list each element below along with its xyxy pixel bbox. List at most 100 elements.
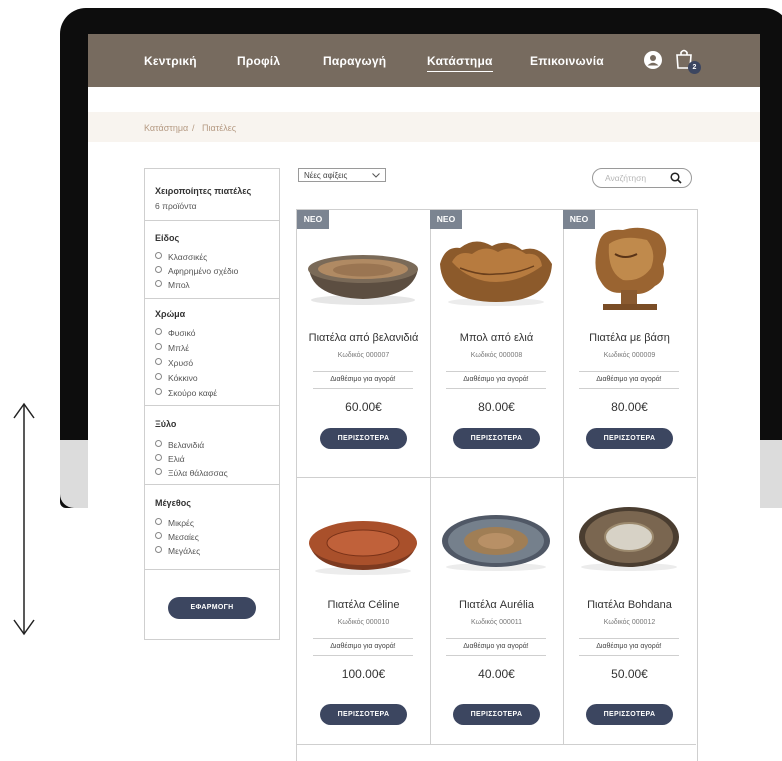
product-name[interactable]: Πιατέλα με βάση xyxy=(563,332,696,344)
sort-dropdown[interactable]: Νέες αφίξεις xyxy=(298,168,386,182)
product-grid: ΝΕΟ Πιατέλα από βελανιδιά Κωδικός 000007… xyxy=(296,209,698,761)
filter-section-title: Χρώμα xyxy=(155,309,186,319)
filter-option[interactable]: Σκούρο καφέ xyxy=(155,388,217,398)
radio-icon[interactable] xyxy=(155,388,162,395)
more-button[interactable]: ΠΕΡΙΣΣΟΤΕΡΑ xyxy=(320,704,407,725)
product-image xyxy=(440,241,552,306)
nav-link-profile[interactable]: Προφίλ xyxy=(237,54,280,68)
product-card[interactable]: ΝΕΟ Πιατέλα από βελανιδιά Κωδικός 000007… xyxy=(297,210,431,478)
radio-icon[interactable] xyxy=(155,358,162,365)
radio-icon[interactable] xyxy=(155,546,162,553)
product-code: Κωδικός 000011 xyxy=(471,619,522,626)
user-account-icon[interactable] xyxy=(644,51,662,69)
browser-screen: Κεντρική Προφίλ Παραγωγή Κατάστημα Επικο… xyxy=(88,34,760,761)
product-price: 80.00€ xyxy=(611,400,648,414)
radio-icon[interactable] xyxy=(155,280,162,287)
search-input[interactable]: Αναζήτηση xyxy=(592,168,692,188)
nav-link-home[interactable]: Κεντρική xyxy=(144,54,197,68)
product-card[interactable]: ΝΕΟ Μπολ από ελιά Κωδικός 000008 Διαθέσι… xyxy=(430,210,564,478)
radio-icon[interactable] xyxy=(155,373,162,380)
product-card[interactable]: ΝΕΟ Πιατέλα με βάση Κωδικός 000009 Διαθέ… xyxy=(563,210,696,478)
filter-option[interactable]: Ελιά xyxy=(155,454,185,464)
product-image xyxy=(309,521,417,575)
filter-option[interactable]: Αφηρημένο σχέδιο xyxy=(155,266,238,276)
availability-label: Διαθέσιμο για αγορά! xyxy=(446,371,546,389)
product-name[interactable]: Πιατέλα Aurélia xyxy=(430,599,563,611)
filter-header: Χειροποίητες πιατέλες 6 προϊόντα xyxy=(145,169,279,221)
more-button[interactable]: ΠΕΡΙΣΣΟΤΕΡΑ xyxy=(586,428,673,449)
radio-icon[interactable] xyxy=(155,532,162,539)
filter-option[interactable]: Κόκκινο xyxy=(155,373,198,383)
product-name[interactable]: Πιατέλα Céline xyxy=(297,599,430,611)
more-button[interactable]: ΠΕΡΙΣΣΟΤΕΡΑ xyxy=(586,704,673,725)
filter-section-color: Χρώμα Φυσικό Μπλέ Χρυσό Κόκκινο Σκούρο κ… xyxy=(145,299,279,406)
filter-section-type: Είδος Κλασσικές Αφηρημένο σχέδιο Μπολ xyxy=(145,221,279,299)
nav-link-shop[interactable]: Κατάστημα xyxy=(427,54,493,72)
radio-icon[interactable] xyxy=(155,252,162,259)
filter-option[interactable]: Φυσικό xyxy=(155,328,195,338)
filter-option[interactable]: Χρυσό xyxy=(155,358,193,368)
product-price: 100.00€ xyxy=(341,667,386,681)
product-name[interactable]: Μπολ από ελιά xyxy=(430,332,563,344)
breadcrumb-current: Πιατέλες xyxy=(202,123,237,133)
product-image xyxy=(308,255,418,305)
radio-icon[interactable] xyxy=(155,328,162,335)
filter-option[interactable]: Μπλέ xyxy=(155,343,189,353)
more-button[interactable]: ΠΕΡΙΣΣΟΤΕΡΑ xyxy=(320,428,407,449)
availability-label: Διαθέσιμο για αγορά! xyxy=(446,638,546,656)
search-icon[interactable] xyxy=(670,172,682,184)
product-price: 40.00€ xyxy=(478,667,515,681)
laptop-frame-edge-right xyxy=(760,440,782,508)
availability-label: Διαθέσιμο για αγορά! xyxy=(313,638,413,656)
filter-option[interactable]: Μεγάλες xyxy=(155,546,200,556)
radio-icon[interactable] xyxy=(155,266,162,273)
filter-option[interactable]: Μεσαίες xyxy=(155,532,199,542)
nav-link-contact[interactable]: Επικοινωνία xyxy=(530,54,604,68)
product-image xyxy=(595,227,667,310)
radio-icon[interactable] xyxy=(155,468,162,475)
filter-option[interactable]: Ξύλα θάλασσας xyxy=(155,468,228,478)
filter-option[interactable]: Κλασσικές xyxy=(155,252,207,262)
filter-section-wood: Ξύλο Βελανιδιά Ελιά Ξύλα θάλασσας xyxy=(145,406,279,485)
nav-link-production[interactable]: Παραγωγή xyxy=(323,54,386,68)
product-card[interactable]: Πιατέλα Bohdana Κωδικός 000012 Διαθέσιμο… xyxy=(563,477,696,745)
breadcrumb-link-shop[interactable]: Κατάστημα xyxy=(144,123,188,133)
radio-icon[interactable] xyxy=(155,343,162,350)
product-price: 50.00€ xyxy=(611,667,648,681)
new-badge: ΝΕΟ xyxy=(430,210,462,229)
filter-header-title: Χειροποίητες πιατέλες xyxy=(155,186,252,196)
cart-count-badge: 2 xyxy=(688,61,701,74)
new-badge: ΝΕΟ xyxy=(297,210,329,229)
more-button[interactable]: ΠΕΡΙΣΣΟΤΕΡΑ xyxy=(453,704,540,725)
product-card[interactable]: Πιατέλα Céline Κωδικός 000010 Διαθέσιμο … xyxy=(297,477,431,745)
product-code: Κωδικός 000007 xyxy=(337,352,390,359)
scroll-arrow-icon xyxy=(13,402,35,636)
new-badge: ΝΕΟ xyxy=(563,210,595,229)
filter-section-title: Μέγεθος xyxy=(155,498,191,508)
product-card[interactable]: Πιατέλα Aurélia Κωδικός 000011 Διαθέσιμο… xyxy=(430,477,564,745)
radio-icon[interactable] xyxy=(155,454,162,461)
filter-product-count: 6 προϊόντα xyxy=(155,201,197,211)
filter-sidebar: Χειροποίητες πιατέλες 6 προϊόντα Είδος Κ… xyxy=(144,168,280,640)
radio-icon[interactable] xyxy=(155,518,162,525)
product-name[interactable]: Πιατέλα από βελανιδιά xyxy=(297,332,430,344)
more-button[interactable]: ΠΕΡΙΣΣΟΤΕΡΑ xyxy=(453,428,540,449)
search-placeholder: Αναζήτηση xyxy=(605,173,647,183)
product-name[interactable]: Πιατέλα Bohdana xyxy=(563,599,696,611)
product-code: Κωδικός 000010 xyxy=(337,619,390,626)
availability-label: Διαθέσιμο για αγορά! xyxy=(579,371,679,389)
filter-option[interactable]: Βελανιδιά xyxy=(155,440,204,450)
sort-selected-value: Νέες αφίξεις xyxy=(304,171,348,180)
filter-section-size: Μέγεθος Μικρές Μεσαίες Μεγάλες xyxy=(145,485,279,570)
availability-label: Διαθέσιμο για αγορά! xyxy=(579,638,679,656)
product-image xyxy=(442,515,550,571)
apply-filters-button[interactable]: ΕΦΑΡΜΟΓΗ xyxy=(168,597,256,619)
filter-option[interactable]: Μικρές xyxy=(155,518,194,528)
filter-section-title: Ξύλο xyxy=(155,419,177,429)
laptop-frame-edge-left xyxy=(60,440,88,508)
filter-option[interactable]: Μπολ xyxy=(155,280,190,290)
chevron-down-icon xyxy=(372,173,380,178)
top-navbar: Κεντρική Προφίλ Παραγωγή Κατάστημα Επικο… xyxy=(88,34,760,87)
breadcrumb: Κατάστημα / Πιατέλες xyxy=(88,112,760,142)
radio-icon[interactable] xyxy=(155,440,162,447)
